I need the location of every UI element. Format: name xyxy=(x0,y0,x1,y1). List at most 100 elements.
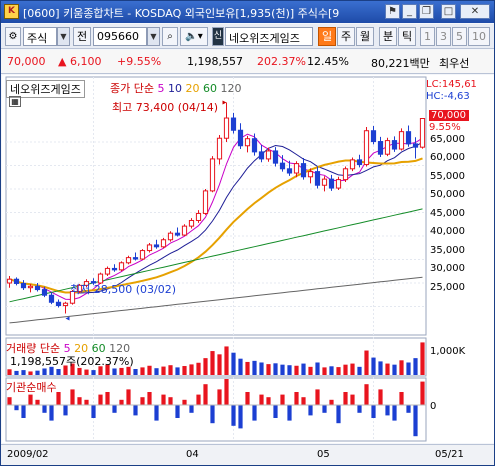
period-month-button[interactable]: 월 xyxy=(356,27,374,46)
period-minute-button[interactable]: 분 xyxy=(379,27,397,46)
stock-code-input[interactable]: 095660 xyxy=(93,27,147,46)
settings-icon[interactable]: ⚙ xyxy=(5,27,21,46)
candle-body xyxy=(132,257,139,260)
inst-net-bar xyxy=(28,394,33,405)
inst-net-bar xyxy=(322,405,327,413)
candle-body xyxy=(209,158,216,192)
hc-label: HC:-4,63 xyxy=(426,91,470,102)
code-dropdown-arrow[interactable]: ▼ xyxy=(147,27,160,46)
restore-icon[interactable]: ❐ xyxy=(419,4,434,19)
volume-bar xyxy=(245,361,250,375)
inst-net-bar xyxy=(84,399,89,405)
inst-net-bar xyxy=(189,405,194,413)
volume-bar xyxy=(196,362,201,375)
interval-10-button[interactable]: 10 xyxy=(468,27,490,46)
chart-area[interactable]: 네오위즈게임즈 종가 단순 5 10 20 60 120 ▦ LC:145,61… xyxy=(2,75,494,443)
prev-code-button[interactable]: 전 xyxy=(73,27,91,46)
title-bar[interactable]: K [0600] 키움종합차트 - KOSDAQ 외국인보유[1,935(천)]… xyxy=(1,1,494,23)
minimize-icon[interactable]: _ xyxy=(402,4,417,19)
inst-net-bar xyxy=(112,405,117,413)
volume-bar xyxy=(266,364,271,375)
candle-body xyxy=(181,225,188,236)
candle-body xyxy=(153,244,160,248)
volume-bar xyxy=(322,367,327,375)
candle-body xyxy=(293,163,300,174)
lc-label: LC:145,61 xyxy=(426,79,477,90)
candle-body xyxy=(160,239,167,248)
candle-body xyxy=(230,117,237,131)
close-icon[interactable]: ✕ xyxy=(460,4,490,19)
interval-5-button[interactable]: 5 xyxy=(452,27,467,46)
candle-body xyxy=(251,138,258,153)
y-tick-55000: 55,000 xyxy=(430,171,465,182)
volume-bar xyxy=(301,363,306,375)
y-tick-40000: 40,000 xyxy=(430,226,465,237)
volume-bar xyxy=(56,369,61,375)
volume-bar xyxy=(336,367,341,375)
turnover-rate: 12.45% xyxy=(307,55,349,68)
app-icon: K xyxy=(4,4,19,19)
interval-3-button[interactable]: 3 xyxy=(436,27,451,46)
volume-bar xyxy=(406,362,411,375)
candle-body xyxy=(118,262,125,271)
x-label-05: 05 xyxy=(317,449,330,460)
candle-body xyxy=(223,117,230,139)
volume-bar xyxy=(280,364,285,375)
candle-body xyxy=(258,151,265,160)
inst-net-bar xyxy=(7,397,12,405)
inst-net-bar xyxy=(133,405,138,416)
candle-body xyxy=(48,294,55,303)
period-week-button[interactable]: 주 xyxy=(337,27,355,46)
price-panel-frame xyxy=(5,76,427,336)
interval-1-button[interactable]: 1 xyxy=(420,27,435,46)
market-dropdown-arrow[interactable]: ▼ xyxy=(57,27,70,46)
pin-icon[interactable]: ⚑ xyxy=(385,4,400,19)
volume-bar xyxy=(252,360,257,375)
market-select[interactable]: 주식 xyxy=(23,27,57,46)
volume-bar xyxy=(42,368,47,375)
volume-bar xyxy=(378,361,383,375)
maximize-icon[interactable]: □ xyxy=(441,4,456,19)
candle-body xyxy=(279,162,286,170)
inst-net-bar xyxy=(413,405,418,437)
candle-body xyxy=(167,232,174,241)
y-tick-65000: 65,000 xyxy=(430,134,465,145)
volume-bar xyxy=(399,360,404,375)
low-arrow-icon xyxy=(65,316,70,321)
inst-net-bar xyxy=(343,392,348,405)
inst-net-bar xyxy=(301,397,306,405)
change-percent: +9.55% xyxy=(117,55,162,68)
period-tick-button[interactable]: 틱 xyxy=(398,27,416,46)
inst-net-bar xyxy=(14,405,19,411)
candle-body xyxy=(125,257,132,264)
volume-bar xyxy=(231,352,236,375)
inst-panel-frame xyxy=(5,377,427,442)
high-arrow-icon xyxy=(222,100,227,105)
inst-net-bar xyxy=(56,392,61,405)
volume-y-tick: 1,000K xyxy=(430,346,466,357)
chart-grid-icon[interactable]: ▦ xyxy=(9,96,21,107)
volume-bar xyxy=(385,363,390,375)
volume-bar xyxy=(91,370,96,375)
inst-net-bar xyxy=(105,392,110,405)
inst-net-bar xyxy=(217,389,222,405)
period-day-button[interactable]: 일 xyxy=(318,27,336,46)
search-icon[interactable]: ⌕ xyxy=(162,27,178,46)
speaker-icon[interactable]: 🔈▾ xyxy=(180,27,208,46)
inst-net-bar xyxy=(147,392,152,405)
inst-net-bar xyxy=(273,405,278,418)
candle-body xyxy=(286,168,293,174)
ma20-line xyxy=(9,157,423,294)
stock-info-icon[interactable]: 신 xyxy=(212,27,224,46)
chart-canvas[interactable] xyxy=(2,75,494,443)
current-price: 70,000 xyxy=(7,55,46,68)
candle-body xyxy=(398,131,405,150)
volume-bar xyxy=(413,358,418,375)
candle-body xyxy=(195,212,202,221)
volume-bar xyxy=(364,350,369,375)
candle-body xyxy=(412,143,419,148)
inst-net-bar xyxy=(420,381,425,405)
ma60-label: 60 xyxy=(202,82,217,95)
inst-net-bar xyxy=(42,405,47,413)
candle-body xyxy=(41,289,48,296)
